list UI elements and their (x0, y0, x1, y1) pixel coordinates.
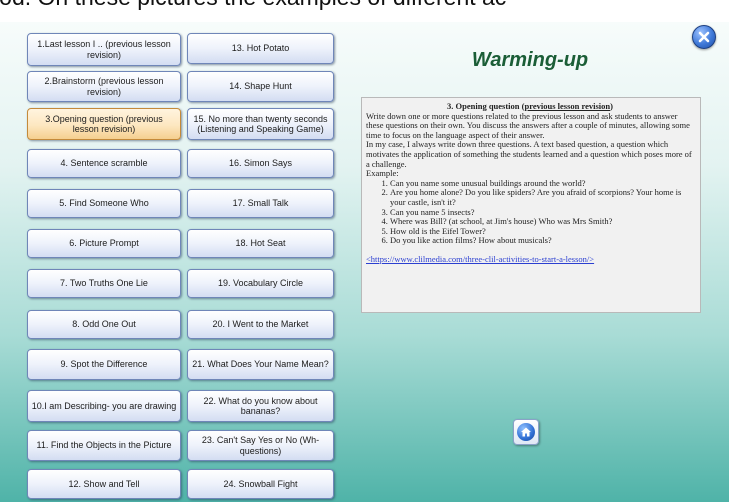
activity-button-17[interactable]: 17. Small Talk (187, 189, 334, 218)
activity-button-16[interactable]: 16. Simon Says (187, 149, 334, 178)
slide-canvas: 1.Last lesson I .. (previous lesson revi… (0, 22, 729, 502)
heading-prefix: 3. Opening question ( (447, 101, 525, 111)
activity-button-18[interactable]: 18. Hot Seat (187, 229, 334, 258)
slide-title: Warming-up (471, 49, 589, 71)
home-disc (517, 423, 535, 441)
activity-button-20[interactable]: 20. I Went to the Market (187, 310, 334, 339)
top-cropped-text: rkod. On these pictures the examples of … (0, 0, 506, 11)
source-link[interactable]: <https://www.clilmedia.com/three-clil-ac… (366, 254, 694, 265)
activity-button-24[interactable]: 24. Snowball Fight (187, 469, 334, 499)
activity-button-13[interactable]: 13. Hot Potato (187, 33, 334, 64)
example-list: Can you name some unusual buildings arou… (366, 178, 694, 246)
description-paragraph-2: In my case, I always write down three qu… (366, 139, 692, 169)
activity-button-7[interactable]: 7. Two Truths One Lie (27, 269, 181, 298)
activity-button-15[interactable]: 15. No more than twenty seconds (Listeni… (187, 108, 334, 140)
activity-button-1[interactable]: 1.Last lesson I .. (previous lesson revi… (27, 33, 181, 66)
close-x-icon (698, 31, 710, 43)
activity-button-10[interactable]: 10.I am Describing- you are drawing (27, 390, 181, 422)
example-item: Do you like action films? How about musi… (390, 236, 694, 246)
home-icon (521, 427, 531, 437)
activity-button-9[interactable]: 9. Spot the Difference (27, 349, 181, 380)
activity-button-14[interactable]: 14. Shape Hunt (187, 71, 334, 102)
activity-button-22[interactable]: 22. What do you know about bananas? (187, 390, 334, 422)
activity-button-3[interactable]: 3.Opening question (previous lesson revi… (27, 108, 181, 140)
activity-button-11[interactable]: 11. Find the Objects in the Picture (27, 430, 181, 461)
activity-button-8[interactable]: 8. Odd One Out (27, 310, 181, 339)
heading-underlined: previous lesson revision (524, 101, 611, 111)
activity-button-21[interactable]: 21. What Does Your Name Mean? (187, 349, 334, 380)
activity-button-23[interactable]: 23. Can't Say Yes or No (Wh-questions) (187, 430, 334, 461)
example-item: Are you home alone? Do you like spiders?… (390, 187, 694, 207)
home-button[interactable] (513, 419, 539, 445)
description-paragraph-1: Write down one or more questions related… (366, 110, 690, 140)
activity-button-12[interactable]: 12. Show and Tell (27, 469, 181, 499)
heading-suffix: ) (610, 101, 613, 111)
activity-description-box: 3. Opening question (previous lesson rev… (361, 97, 701, 313)
activity-button-2[interactable]: 2.Brainstorm (previous lesson revision) (27, 71, 181, 102)
activity-button-6[interactable]: 6. Picture Prompt (27, 229, 181, 258)
top-cropped-text-band: rkod. On these pictures the examples of … (0, 0, 729, 22)
activity-button-4[interactable]: 4. Sentence scramble (27, 149, 181, 178)
close-button[interactable] (692, 25, 716, 49)
activity-button-19[interactable]: 19. Vocabulary Circle (187, 269, 334, 298)
activity-button-5[interactable]: 5. Find Someone Who (27, 189, 181, 218)
